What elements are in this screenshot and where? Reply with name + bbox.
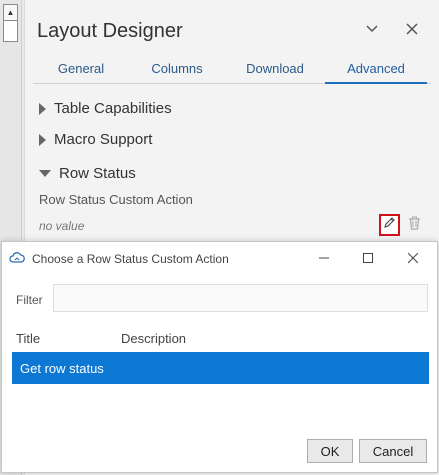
section-label: Row Status [59,165,136,182]
section-table-capabilities[interactable]: Table Capabilities [39,100,172,117]
tab-general[interactable]: General [33,58,129,84]
scroll-up-button[interactable]: ▲ [3,4,18,21]
dialog-titlebar: Choose a Row Status Custom Action [2,242,437,274]
dialog-title: Choose a Row Status Custom Action [32,252,229,266]
tab-download[interactable]: Download [225,58,325,84]
chevron-down-icon[interactable] [359,16,385,42]
edit-button[interactable] [379,214,400,236]
table-row[interactable]: Get row status [12,352,429,384]
row-status-custom-action-label: Row Status Custom Action [39,192,193,207]
tab-advanced[interactable]: Advanced [325,58,427,84]
section-label: Macro Support [54,131,153,148]
scrollbar-thumb[interactable] [3,20,18,42]
section-macro-support[interactable]: Macro Support [39,131,152,148]
column-header-description[interactable]: Description [121,331,186,346]
ok-button[interactable]: OK [307,439,353,463]
delete-button[interactable] [405,216,423,234]
choose-custom-action-dialog: Choose a Row Status Custom Action Filter… [1,241,438,473]
maximize-button[interactable] [353,246,383,270]
section-label: Table Capabilities [54,100,172,117]
filter-label: Filter [16,293,43,307]
cancel-button[interactable]: Cancel [359,439,427,463]
filter-input[interactable] [53,284,428,312]
app-window: ▲ Layout Designer General Columns Downlo… [0,0,439,475]
column-header-title[interactable]: Title [16,331,40,346]
tab-bar: General Columns Download Advanced [33,58,431,84]
row-title: Get row status [20,360,104,376]
dialog-close-button[interactable] [398,246,428,270]
section-row-status[interactable]: Row Status [39,165,136,182]
tab-columns[interactable]: Columns [129,58,225,84]
maximize-icon [363,251,373,266]
trash-icon [408,216,421,235]
minimize-button[interactable] [309,246,339,270]
minimize-icon [319,251,329,266]
collapse-arrow-icon [39,170,51,177]
cloud-app-icon [9,250,25,266]
close-icon[interactable] [399,16,425,42]
expand-arrow-icon [39,133,46,146]
row-status-value: no value [39,219,85,233]
pencil-icon [383,216,396,234]
panel-title: Layout Designer [37,20,183,42]
close-icon [407,251,419,266]
expand-arrow-icon [39,102,46,115]
